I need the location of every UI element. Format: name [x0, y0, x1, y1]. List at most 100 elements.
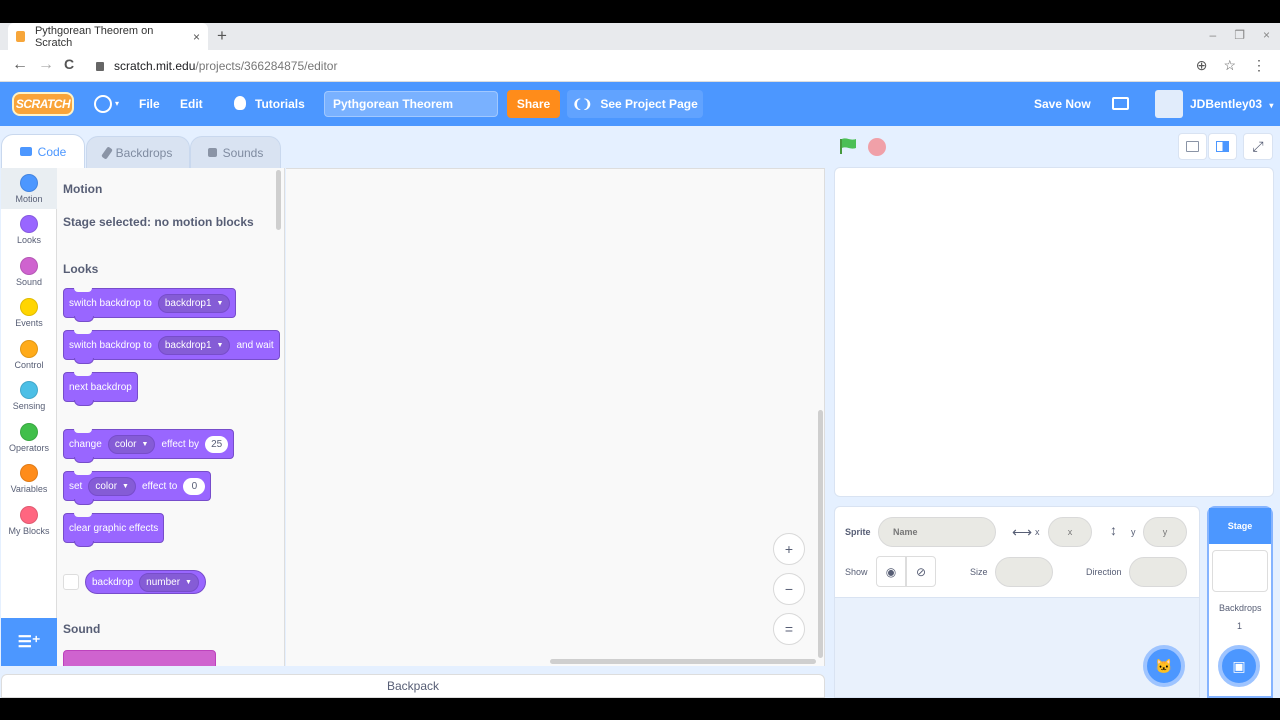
browser-tab[interactable]: Pythgorean Theorem on Scratch ×	[8, 23, 208, 50]
category-label: Control	[14, 360, 44, 370]
category-label: Sound	[15, 277, 43, 287]
new-tab-button[interactable]: +	[217, 26, 227, 46]
tutorials-button[interactable]: Tutorials	[255, 97, 305, 111]
effect-amount-input[interactable]: 25	[205, 435, 229, 453]
block-set-effect[interactable]: set color ▼ effect to 0	[63, 471, 212, 505]
block-text: backdrop	[92, 576, 134, 588]
block-clear-graphic-effects[interactable]: clear graphic effects	[63, 513, 165, 547]
x-input[interactable]: x	[1048, 517, 1092, 547]
monitor-checkbox[interactable]	[63, 574, 79, 590]
screen-top-border	[0, 0, 1280, 23]
events-dot-icon	[20, 298, 38, 316]
workspace-horizontal-scrollbar[interactable]	[550, 659, 816, 664]
stage-thumbnail[interactable]	[1212, 550, 1268, 592]
tab-backdrops[interactable]: Backdrops	[86, 136, 190, 168]
lightbulb-icon	[234, 96, 246, 110]
scratch-logo[interactable]: SCRATCH	[12, 92, 74, 116]
category-label: Motion	[15, 194, 43, 204]
green-flag-icon[interactable]	[840, 138, 858, 154]
project-title-input[interactable]	[324, 91, 498, 117]
close-window-icon[interactable]: ×	[1263, 28, 1270, 42]
category-operators[interactable]: Operators	[1, 417, 57, 458]
block-text: and wait	[236, 339, 274, 351]
block-change-effect[interactable]: change color ▼ effect by 25	[63, 429, 235, 463]
tab-close-icon[interactable]: ×	[193, 30, 200, 44]
block-play-sound-partial[interactable]	[63, 650, 216, 666]
effect-dropdown[interactable]: color ▼	[88, 476, 136, 496]
code-workspace[interactable]	[286, 168, 825, 666]
forward-icon[interactable]: →	[38, 56, 54, 74]
small-stage-button[interactable]	[1178, 133, 1207, 160]
backpack-header[interactable]: Backpack	[1, 674, 825, 698]
scratch-favicon-icon	[16, 31, 25, 42]
backdrop-property-dropdown[interactable]: number ▼	[139, 572, 199, 592]
effect-value-input[interactable]: 0	[183, 477, 206, 495]
tab-sounds[interactable]: Sounds	[190, 136, 281, 168]
direction-input[interactable]	[1129, 557, 1187, 587]
see-project-icon: ❨❩	[572, 97, 593, 111]
caret-down-icon: ▼	[185, 578, 192, 586]
category-control[interactable]: Control	[1, 334, 57, 375]
block-palette: Motion Stage selected: no motion blocks …	[57, 168, 285, 666]
edit-menu[interactable]: Edit	[180, 97, 203, 111]
category-sensing[interactable]: Sensing	[1, 375, 57, 416]
minimize-icon[interactable]: –	[1210, 28, 1217, 42]
zoom-out-button[interactable]: −	[773, 573, 805, 605]
file-menu[interactable]: File	[139, 97, 160, 111]
restore-icon[interactable]: ❐	[1234, 28, 1245, 42]
caret-down-icon: ▼	[216, 341, 224, 349]
account-menu[interactable]: JDBentley03 ▾	[1190, 97, 1273, 111]
large-stage-button[interactable]	[1208, 133, 1237, 160]
dropdown-value: backdrop1	[164, 339, 212, 351]
zoom-icon[interactable]: ⊕	[1196, 57, 1208, 74]
zoom-in-button[interactable]: +	[773, 533, 805, 565]
globe-icon[interactable]	[94, 95, 112, 113]
sprite-name-input[interactable]: Name	[878, 517, 996, 547]
category-my-blocks[interactable]: My Blocks	[1, 500, 57, 541]
category-looks[interactable]: Looks	[1, 209, 57, 250]
fullscreen-button[interactable]: ⤢	[1243, 133, 1273, 160]
url-field[interactable]: scratch.mit.edu/projects/366284875/edito…	[96, 55, 1246, 77]
user-avatar[interactable]	[1155, 90, 1183, 118]
block-text: next backdrop	[69, 381, 132, 393]
my-stuff-folder-icon[interactable]	[1112, 97, 1129, 110]
share-button[interactable]: Share	[507, 90, 560, 118]
category-events[interactable]: Events	[1, 292, 57, 333]
category-motion[interactable]: Motion	[1, 168, 57, 209]
choose-backdrop-button[interactable]: ▣	[1218, 645, 1260, 687]
reporter-backdrop-number[interactable]: backdrop number ▼	[85, 570, 206, 594]
operators-dot-icon	[20, 423, 38, 441]
back-icon[interactable]: ←	[12, 56, 28, 74]
hide-sprite-button[interactable]: ⊘	[906, 556, 936, 587]
size-input[interactable]	[995, 557, 1053, 587]
workspace-vertical-scrollbar[interactable]	[818, 410, 823, 658]
category-variables[interactable]: Variables	[1, 458, 57, 499]
browser-menu-icon[interactable]: ⋮	[1252, 57, 1266, 74]
palette-scrollbar[interactable]	[276, 170, 281, 230]
stage-canvas[interactable]	[834, 167, 1274, 497]
zoom-reset-button[interactable]: =	[773, 613, 805, 645]
see-project-page-button[interactable]: ❨❩ See Project Page	[567, 90, 703, 118]
dropdown-value: color	[95, 480, 118, 492]
block-switch-backdrop[interactable]: switch backdrop to backdrop1 ▼	[63, 288, 237, 322]
save-now-button[interactable]: Save Now	[1034, 97, 1091, 111]
show-sprite-button[interactable]: ◉	[876, 556, 906, 587]
backdrops-label: Backdrops	[1219, 603, 1262, 613]
backdrop-dropdown[interactable]: backdrop1 ▼	[157, 293, 231, 313]
block-switch-backdrop-and-wait[interactable]: switch backdrop to backdrop1 ▼ and wait	[63, 330, 280, 364]
category-sound[interactable]: Sound	[1, 251, 57, 292]
effect-dropdown[interactable]: color ▼	[107, 434, 156, 454]
block-next-backdrop[interactable]: next backdrop	[63, 372, 138, 406]
language-caret-icon[interactable]: ▾	[115, 99, 119, 108]
tab-code[interactable]: Code	[1, 134, 85, 168]
add-extension-button[interactable]: ☰⁺	[1, 618, 57, 666]
choose-sprite-button[interactable]: 🐱	[1143, 645, 1185, 687]
bookmark-star-icon[interactable]: ☆	[1223, 57, 1236, 74]
speaker-icon	[207, 148, 217, 157]
reload-icon[interactable]: C	[64, 56, 74, 72]
sound-dot-icon	[20, 257, 38, 275]
window-controls: – ❐ ×	[1210, 28, 1270, 42]
stop-sign-icon[interactable]	[868, 138, 886, 156]
backdrop-dropdown[interactable]: backdrop1 ▼	[157, 335, 231, 355]
y-input[interactable]: y	[1143, 517, 1187, 547]
